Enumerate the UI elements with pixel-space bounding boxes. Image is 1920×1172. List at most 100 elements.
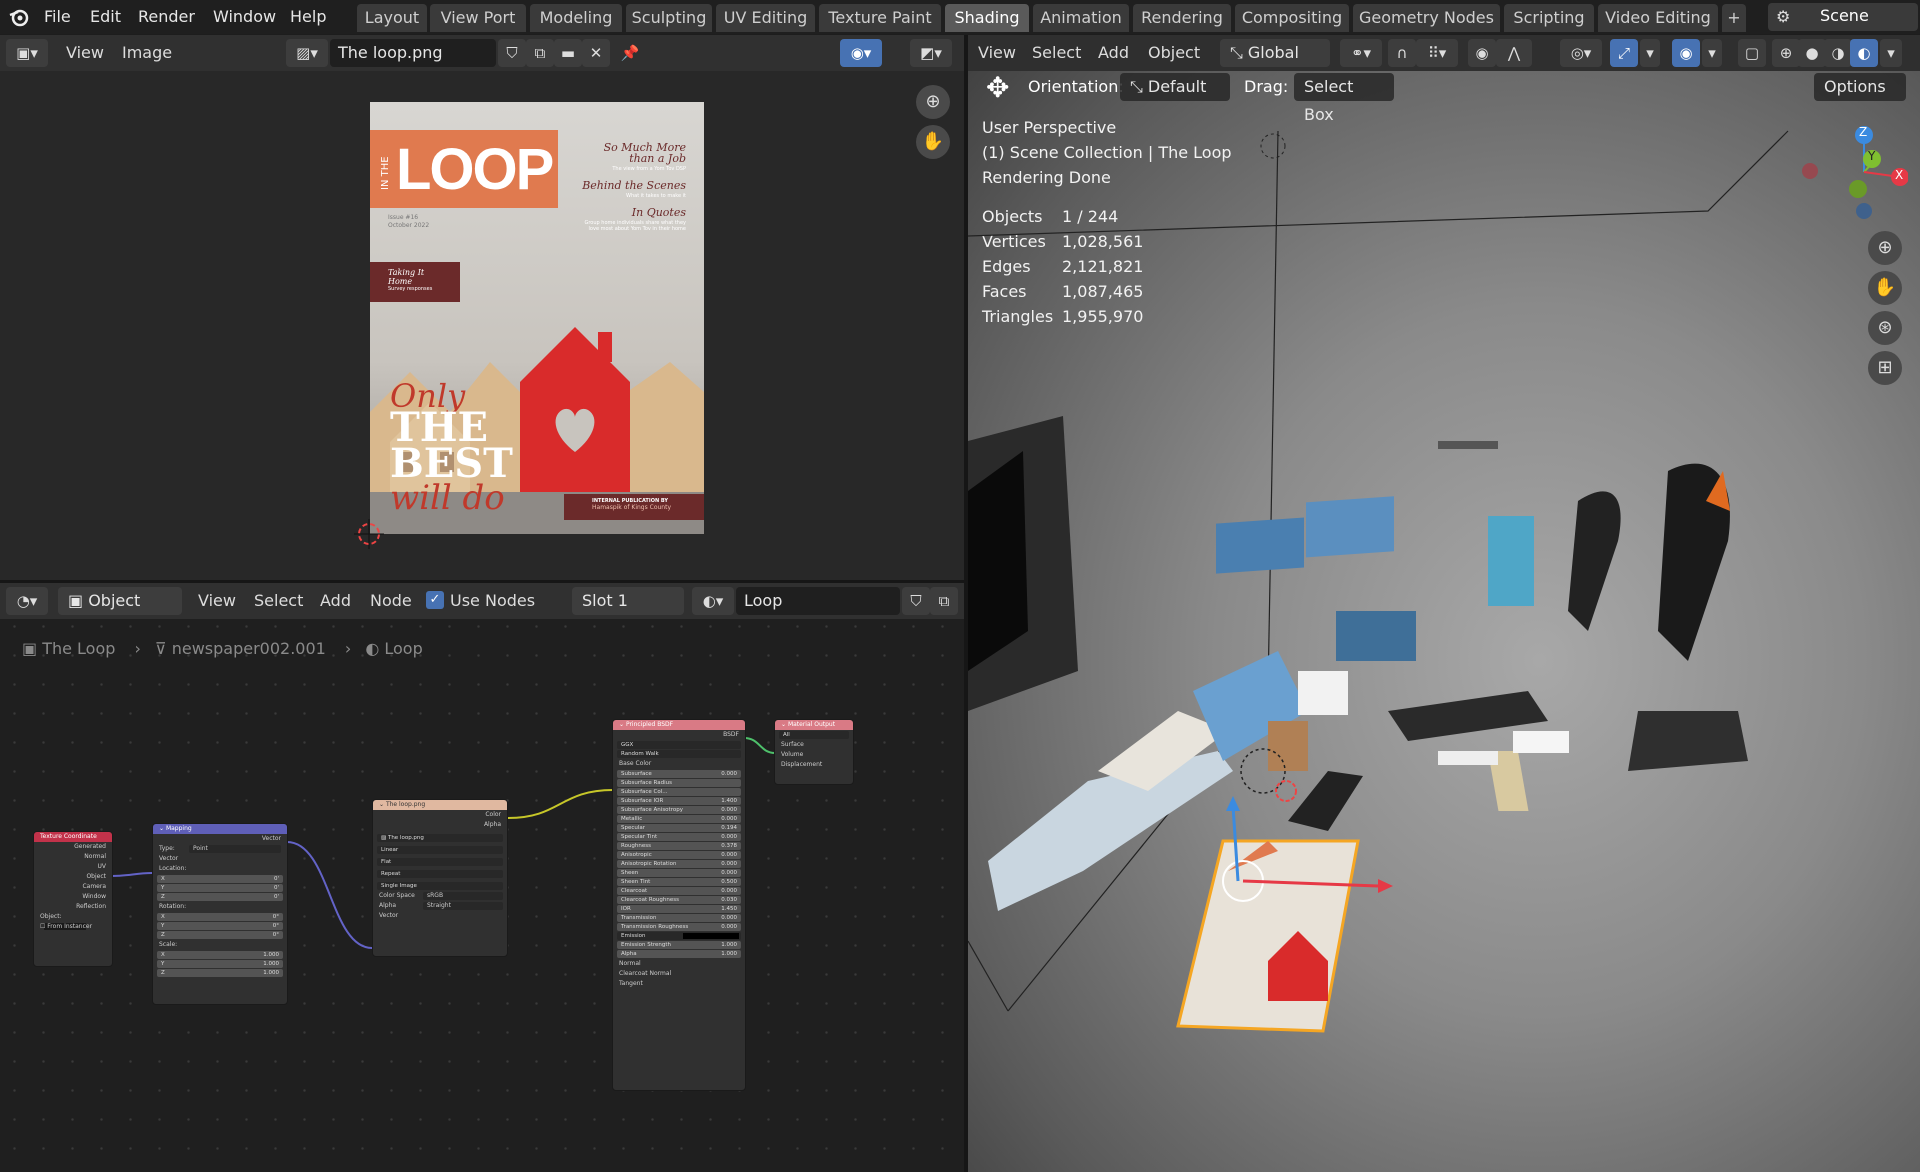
- bsdf-input-row[interactable]: Clearcoat Roughness 0.030: [617, 896, 741, 904]
- bsdf-input-row[interactable]: Emission: [617, 932, 741, 940]
- bsdf-distribution[interactable]: GGX: [617, 741, 741, 749]
- imgtex-alpha-dropdown[interactable]: Straight: [423, 902, 503, 910]
- viewport-zoom-icon[interactable]: ⊕: [1868, 231, 1902, 265]
- mapping-in-vector[interactable]: Vector: [153, 854, 287, 864]
- tab-video-editing[interactable]: Video Editing: [1598, 4, 1718, 32]
- pin-icon[interactable]: 📌: [616, 39, 644, 67]
- tab-rendering[interactable]: Rendering: [1133, 4, 1231, 32]
- tab-sculpting[interactable]: Sculpting: [626, 4, 712, 32]
- mapping-out-vector[interactable]: Vector: [153, 834, 287, 844]
- matout-in-volume[interactable]: Volume: [775, 750, 853, 760]
- imgtex-projection[interactable]: Flat: [377, 858, 503, 866]
- area-divider-vertical[interactable]: [964, 35, 968, 1172]
- menu-window[interactable]: Window: [205, 6, 284, 28]
- bsdf-input-row[interactable]: Anisotropic 0.000: [617, 851, 741, 859]
- bsdf-sss-method[interactable]: Random Walk: [617, 750, 741, 758]
- viewport-menu-add[interactable]: Add: [1090, 39, 1137, 67]
- bsdf-input-row[interactable]: Clearcoat 0.000: [617, 887, 741, 895]
- bsdf-input-row[interactable]: Specular 0.194: [617, 824, 741, 832]
- scene-selector[interactable]: ⚙ Scene: [1768, 3, 1918, 31]
- editor-type-icon[interactable]: ▣▾: [6, 39, 48, 67]
- bsdf-input-row[interactable]: Sheen 0.000: [617, 869, 741, 877]
- snap-magnet-icon[interactable]: ∩: [1388, 39, 1416, 67]
- menu-help[interactable]: Help: [282, 6, 334, 28]
- imgtex-image-field[interactable]: ▨ The loop.png: [377, 834, 503, 842]
- 2d-cursor-icon[interactable]: [354, 519, 384, 549]
- menu-file[interactable]: File: [36, 6, 79, 28]
- bsdf-input-row[interactable]: Alpha 1.000: [617, 950, 741, 958]
- gizmo-dropdown-icon[interactable]: ▾: [1640, 39, 1660, 67]
- image-browse-icon[interactable]: ▨▾: [286, 39, 328, 67]
- matout-in-displacement[interactable]: Displacement: [775, 760, 853, 770]
- bsdf-input-row[interactable]: Subsurface IOR 1.400: [617, 797, 741, 805]
- bsdf-input-row[interactable]: Emission Strength 1.000: [617, 941, 741, 949]
- tab-animation[interactable]: Animation: [1033, 4, 1129, 32]
- menu-edit[interactable]: Edit: [82, 6, 129, 28]
- material-output-node[interactable]: ⌄ Material Output All Surface Volume Dis…: [774, 719, 854, 785]
- unlink-image-icon[interactable]: ✕: [582, 39, 610, 67]
- bsdf-input-row[interactable]: Anisotropic Rotation 0.000: [617, 860, 741, 868]
- imgtex-out-alpha[interactable]: Alpha: [373, 820, 507, 830]
- bsdf-input-row[interactable]: Metallic 0.000: [617, 815, 741, 823]
- tab-texture-paint[interactable]: Texture Paint: [819, 4, 941, 32]
- open-image-icon[interactable]: ▬: [554, 39, 582, 67]
- mapping-rot-x[interactable]: X 0°: [157, 913, 283, 921]
- tab-shading[interactable]: Shading: [945, 4, 1029, 32]
- image-menu-view[interactable]: View: [58, 39, 112, 67]
- bsdf-input-row[interactable]: Specular Tint 0.000: [617, 833, 741, 841]
- pivot-icon[interactable]: ⚭▾: [1340, 39, 1382, 67]
- texcoord-out-generated[interactable]: Generated: [34, 842, 112, 852]
- mapping-loc-x[interactable]: X 0': [157, 875, 283, 883]
- pan-hand-icon[interactable]: ✋: [916, 125, 950, 159]
- display-channels-icon[interactable]: ◩▾: [910, 39, 952, 67]
- emission-color-swatch[interactable]: [683, 933, 739, 939]
- shading-dropdown-icon[interactable]: ▾: [1880, 39, 1902, 67]
- falloff-icon[interactable]: ⋀: [1496, 39, 1532, 67]
- xray-toggle-icon[interactable]: ▢: [1738, 39, 1766, 67]
- mapping-scl-y[interactable]: Y 1.000: [157, 960, 283, 968]
- zoom-icon[interactable]: ⊕: [916, 85, 950, 119]
- transform-orientation-dropdown[interactable]: ⤡ Global: [1220, 39, 1330, 67]
- material-preview-icon[interactable]: ◑: [1824, 39, 1852, 67]
- tab-uv-editing[interactable]: UV Editing: [716, 4, 815, 32]
- mapping-type-dropdown[interactable]: Point: [189, 845, 281, 853]
- blender-logo-icon[interactable]: [8, 6, 30, 28]
- imgtex-colorspace-dropdown[interactable]: sRGB: [423, 892, 503, 900]
- mapping-loc-z[interactable]: Z 0': [157, 893, 283, 901]
- bsdf-tail-normal[interactable]: Normal: [613, 959, 745, 969]
- overlays-toggle-icon[interactable]: ◉: [1672, 39, 1700, 67]
- bsdf-input-row[interactable]: Subsurface Col...: [617, 788, 741, 796]
- tab-geometry-nodes[interactable]: Geometry Nodes: [1353, 4, 1500, 32]
- bsdf-input-row[interactable]: Subsurface Radius: [617, 779, 741, 787]
- bsdf-tail-clearcoat-normal[interactable]: Clearcoat Normal: [613, 969, 745, 979]
- bsdf-input-row[interactable]: Subsurface 0.000: [617, 770, 741, 778]
- mapping-rot-z[interactable]: Z 0°: [157, 931, 283, 939]
- navigation-gizmo[interactable]: Z Y X: [1788, 115, 1909, 225]
- visibility-eye-icon[interactable]: ◎▾: [1560, 39, 1602, 67]
- texcoord-out-object[interactable]: Object: [34, 872, 112, 882]
- viewport-menu-select[interactable]: Select: [1024, 39, 1089, 67]
- overlay-toggle-icon[interactable]: ◉▾: [840, 39, 882, 67]
- texcoord-out-normal[interactable]: Normal: [34, 852, 112, 862]
- texcoord-out-reflection[interactable]: Reflection: [34, 902, 112, 912]
- gizmo-toggle-icon[interactable]: ⤢: [1610, 39, 1638, 67]
- mapping-scl-z[interactable]: Z 1.000: [157, 969, 283, 977]
- imgtex-extension[interactable]: Repeat: [377, 870, 503, 878]
- tab-scripting[interactable]: Scripting: [1504, 4, 1594, 32]
- menu-render[interactable]: Render: [130, 6, 203, 28]
- image-name-field[interactable]: The loop.png: [330, 39, 496, 67]
- wireframe-shading-icon[interactable]: ⊕: [1772, 39, 1800, 67]
- 3d-viewport[interactable]: View Select Add Object ⤡ Global ⚭▾ ∩ ⠿▾ …: [968, 35, 1920, 1172]
- snap-grid-icon[interactable]: ⠿▾: [1416, 39, 1458, 67]
- bsdf-base-color[interactable]: Base Color: [613, 759, 745, 769]
- bsdf-input-row[interactable]: Sheen Tint 0.500: [617, 878, 741, 886]
- bsdf-out[interactable]: BSDF: [613, 730, 745, 740]
- imgtex-out-color[interactable]: Color: [373, 810, 507, 820]
- texcoord-out-window[interactable]: Window: [34, 892, 112, 902]
- texcoord-instancer-row[interactable]: ☐ From Instancer: [34, 922, 112, 932]
- solid-shading-icon[interactable]: ●: [1798, 39, 1826, 67]
- fake-user-shield-icon[interactable]: ⛉: [498, 39, 526, 67]
- mapping-node[interactable]: ⌄ Mapping Vector Type: Point Vector Locat…: [152, 823, 288, 1005]
- matout-in-surface[interactable]: Surface: [775, 740, 853, 750]
- ortho-toggle-icon[interactable]: ⊞: [1868, 351, 1902, 385]
